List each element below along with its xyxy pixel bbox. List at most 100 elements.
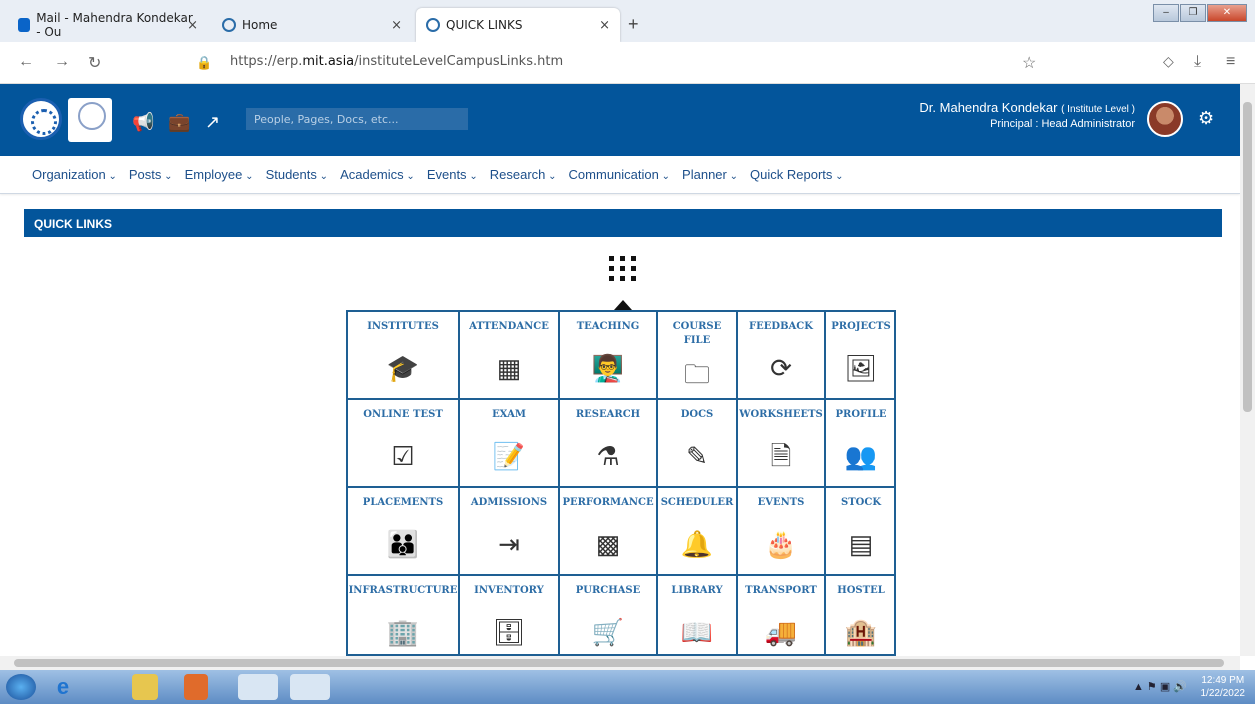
quick-link-label: EXAM xyxy=(492,409,526,420)
minimize-button[interactable]: – xyxy=(1153,4,1179,22)
quick-link-purchase[interactable]: PURCHASE 🛒 xyxy=(560,576,658,656)
apps-grid-icon[interactable] xyxy=(607,254,641,284)
tab-label: Home xyxy=(242,18,278,32)
calendar-icon: ▦ xyxy=(496,353,522,383)
quick-link-admissions[interactable]: ADMISSIONS ⇥ xyxy=(460,488,560,576)
avatar[interactable] xyxy=(1147,101,1183,137)
download-icon[interactable]: ⤓ xyxy=(1194,53,1201,71)
quick-link-label: STOCK xyxy=(840,497,882,508)
exam-paper-icon: 📝 xyxy=(492,441,526,471)
quick-link-label: TRANSPORT xyxy=(745,585,817,596)
start-button[interactable] xyxy=(6,674,36,700)
pocket-icon[interactable]: ◇ xyxy=(1163,53,1174,70)
quick-link-label: PROJECTS xyxy=(831,321,891,332)
chrome-icon[interactable] xyxy=(238,674,278,700)
quick-link-label: PERFORMANCE xyxy=(562,497,654,508)
menu-item-quick-reports[interactable]: Quick Reports xyxy=(750,167,844,182)
close-icon[interactable]: × xyxy=(187,18,198,33)
media-player-icon[interactable] xyxy=(184,674,208,700)
book-icon: 📖 xyxy=(680,617,714,647)
quick-link-infrastructure[interactable]: INFRASTRUCTURE 🏢 xyxy=(348,576,460,656)
windows-taskbar: e ▲ ⚑ ▣ 🔊 12:49 PM 1/22/2022 xyxy=(0,670,1255,704)
worksheet-icon: 🗎 xyxy=(770,441,792,471)
close-icon[interactable]: × xyxy=(391,18,402,33)
menu-icon[interactable]: ≡ xyxy=(1226,53,1235,71)
quick-link-label: INVENTORY xyxy=(474,585,544,596)
menu-item-students[interactable]: Students xyxy=(266,167,329,182)
quick-links-grid: INSTITUTES 🎓 ATTENDANCE ▦ TEACHING 👨‍🏫 COURSE … xyxy=(346,310,896,656)
quick-link-exam[interactable]: EXAM 📝 xyxy=(460,400,560,488)
menu-item-academics[interactable]: Academics xyxy=(340,167,415,182)
quick-link-label: INFRASTRUCTURE xyxy=(348,585,458,596)
forward-icon[interactable]: → xyxy=(54,53,70,71)
quick-link-hostel[interactable]: HOSTEL 🏨 xyxy=(826,576,894,656)
close-icon[interactable]: × xyxy=(599,18,610,33)
megaphone-icon[interactable]: 📢 xyxy=(132,112,154,133)
quick-link-docs[interactable]: DOCS ✎ xyxy=(658,400,738,488)
quick-link-transport[interactable]: TRANSPORT 🚚 xyxy=(738,576,826,656)
quick-link-course-file[interactable]: COURSE FILE 🗀 xyxy=(658,312,738,400)
maximize-button[interactable]: ❐ xyxy=(1180,4,1206,22)
gear-icon[interactable]: ⚙ xyxy=(1198,108,1214,129)
quick-link-events[interactable]: EVENTS 🎂 xyxy=(738,488,826,576)
quick-link-scheduler[interactable]: SCHEDULER 🔔 xyxy=(658,488,738,576)
graduation-cap-icon: 🎓 xyxy=(386,353,420,383)
quick-link-label: ADMISSIONS xyxy=(470,497,548,508)
tab-label: Mail - Mahendra Kondekar - Ou xyxy=(36,11,193,39)
quick-link-label: FEEDBACK xyxy=(749,321,813,332)
quick-link-institutes[interactable]: INSTITUTES 🎓 xyxy=(348,312,460,400)
boxes-icon: ▤ xyxy=(848,529,874,559)
browser-tab-bar: Mail - Mahendra Kondekar - Ou × Home × Q… xyxy=(0,0,1255,42)
reload-icon[interactable]: ↻ xyxy=(88,53,101,73)
quick-link-worksheets[interactable]: WORKSHEETS 🗎 xyxy=(738,400,826,488)
tab-quick-links[interactable]: QUICK LINKS × xyxy=(416,8,620,42)
bookmark-star-icon[interactable]: ☆ xyxy=(1022,53,1036,73)
menu-item-research[interactable]: Research xyxy=(490,167,557,182)
briefcase-icon[interactable]: 💼 xyxy=(168,112,190,133)
vertical-scrollbar[interactable] xyxy=(1240,84,1255,656)
outlook-icon xyxy=(18,18,31,32)
quick-link-stock[interactable]: STOCK ▤ xyxy=(826,488,894,576)
quick-link-teaching[interactable]: TEACHING 👨‍🏫 xyxy=(560,312,658,400)
quick-link-library[interactable]: LIBRARY 📖 xyxy=(658,576,738,656)
quick-link-performance[interactable]: PERFORMANCE ▩ xyxy=(560,488,658,576)
menu-item-planner[interactable]: Planner xyxy=(682,167,738,182)
refresh-icon: ⟳ xyxy=(770,353,792,383)
quick-link-feedback[interactable]: FEEDBACK ⟳ xyxy=(738,312,826,400)
external-link-icon[interactable]: ↗ xyxy=(205,112,220,133)
quick-link-label: TEACHING xyxy=(576,321,640,332)
system-tray-icon[interactable]: ▲ ⚑ ▣ 🔊 xyxy=(1133,680,1187,693)
new-tab-button[interactable]: + xyxy=(628,14,639,35)
close-window-button[interactable]: ✕ xyxy=(1207,4,1247,22)
user-info[interactable]: Dr. Mahendra Kondekar ( Institute Level … xyxy=(919,100,1135,130)
menu-item-events[interactable]: Events xyxy=(427,167,478,182)
url-field[interactable]: https://erp.mit.asia/instituteLevelCampu… xyxy=(230,54,563,69)
quick-link-online-test[interactable]: ONLINE TEST ☑ xyxy=(348,400,460,488)
tab-home[interactable]: Home × xyxy=(212,8,412,42)
menu-item-employee[interactable]: Employee xyxy=(185,167,254,182)
back-icon[interactable]: ← xyxy=(18,53,34,71)
global-search-input[interactable] xyxy=(246,108,468,130)
building-icon: 🏢 xyxy=(386,617,420,647)
quick-link-label: PLACEMENTS xyxy=(362,497,444,508)
quick-link-label: DOCS xyxy=(680,409,714,420)
firefox-icon[interactable] xyxy=(290,674,330,700)
quick-link-profile[interactable]: PROFILE 👥 xyxy=(826,400,894,488)
horizontal-scrollbar[interactable] xyxy=(0,656,1240,670)
folder-icon: 🗀 xyxy=(683,359,710,389)
document-edit-icon: ✎ xyxy=(686,441,708,471)
quick-link-label: ATTENDANCE xyxy=(469,321,549,332)
ie-icon[interactable]: e xyxy=(46,674,80,700)
menu-item-organization[interactable]: Organization xyxy=(32,167,117,182)
menu-item-communication[interactable]: Communication xyxy=(569,167,671,182)
quick-link-label: HOSTEL xyxy=(837,585,885,596)
explorer-icon[interactable] xyxy=(132,674,158,700)
menu-item-posts[interactable]: Posts xyxy=(129,167,173,182)
quick-link-research[interactable]: RESEARCH ⚗ xyxy=(560,400,658,488)
site-logo-icon xyxy=(426,18,440,32)
quick-link-inventory[interactable]: INVENTORY 🗄 xyxy=(460,576,560,656)
quick-link-placements[interactable]: PLACEMENTS 👪 xyxy=(348,488,460,576)
quick-link-attendance[interactable]: ATTENDANCE ▦ xyxy=(460,312,560,400)
quick-link-projects[interactable]: PROJECTS 🖼 xyxy=(826,312,894,400)
tab-mail[interactable]: Mail - Mahendra Kondekar - Ou × xyxy=(8,8,208,42)
